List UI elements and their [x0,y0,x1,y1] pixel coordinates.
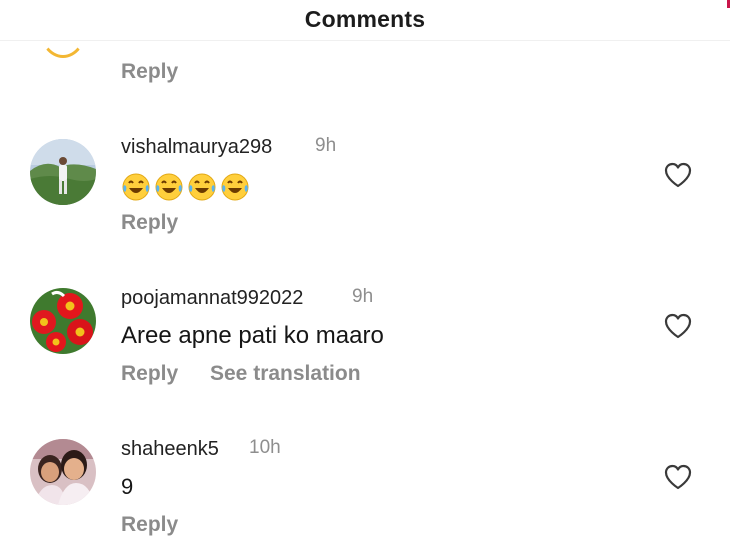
comment-time: 9h [352,286,374,307]
comment-text: Aree apne pati ko maaro [121,322,384,349]
comment-item: shaheenk5 10h 9 Reply [0,434,730,548]
comment-username[interactable]: shaheenk5 [121,438,219,461]
reply-button[interactable]: Reply [121,211,178,235]
comment-time: 10h [249,437,281,458]
comment-item: poojamannat992022 9h Aree apne pati ko m… [0,283,730,403]
comment-item: vishalmaurya298 9h Reply [0,132,730,252]
avatar[interactable] [30,439,96,505]
heart-outline-icon[interactable] [662,159,694,191]
comment-username[interactable]: poojamannat992022 [121,287,303,310]
heart-outline-icon[interactable] [662,461,694,493]
avatar[interactable] [30,288,96,354]
reply-button[interactable]: Reply [121,362,178,386]
see-translation-button[interactable]: See translation [210,362,361,386]
comments-header: Comments [0,0,730,41]
comment-text: 😂😂😂😂 [121,172,253,206]
comment-text: 9 [121,474,134,499]
tears-of-joy-emoji-icon [188,173,216,201]
page-title: Comments [304,6,426,32]
comment-username[interactable]: vishalmaurya298 [121,136,272,159]
tears-of-joy-emoji-icon [122,173,150,201]
reply-button[interactable]: Reply [121,60,178,84]
avatar[interactable] [30,139,96,205]
comments-screen: Comments Reply vishalmaurya298 9h Reply … [0,0,730,548]
tears-of-joy-emoji-icon [155,173,183,201]
heart-outline-icon[interactable] [662,310,694,342]
comment-time: 9h [315,135,337,156]
reply-button[interactable]: Reply [121,513,178,537]
tears-of-joy-emoji-icon [221,173,249,201]
